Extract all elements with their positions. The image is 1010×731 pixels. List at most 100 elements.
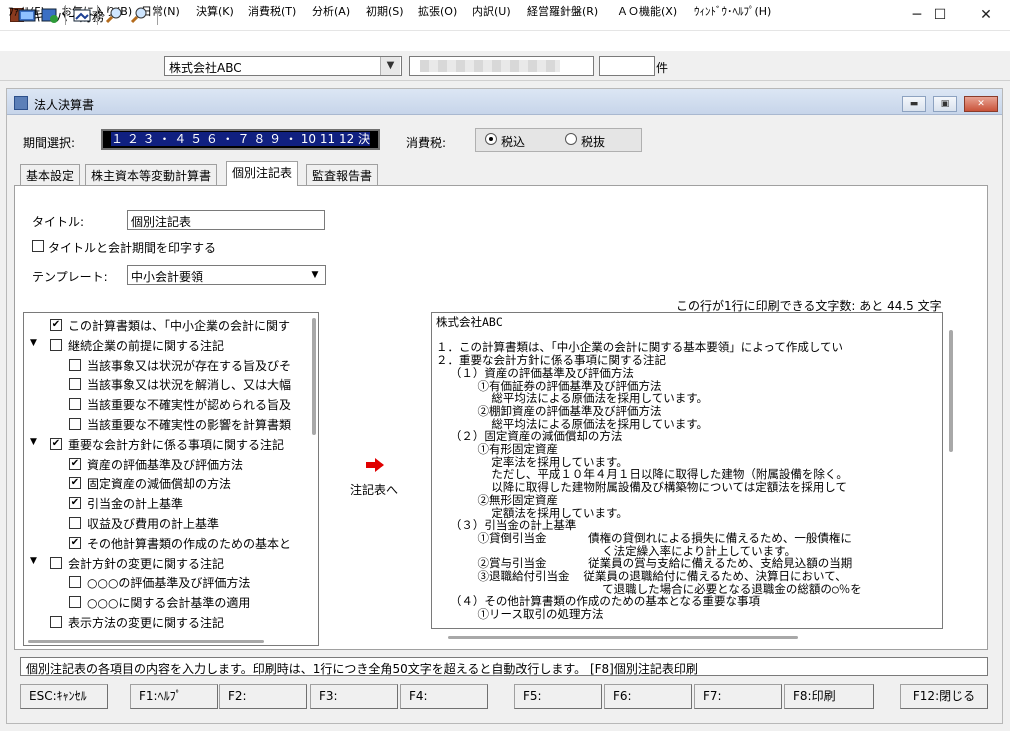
count-unit: 件 <box>656 61 669 75</box>
period-selector[interactable]: １ ２ ３ ・ ４ ５ ６ ・ ７ ８ ９ ・ 10 11 12 決 <box>101 129 380 150</box>
tree-row-checkbox[interactable]: ✔ <box>50 319 62 331</box>
tree-row[interactable]: 表示方法の変更に関する注記 <box>24 612 314 632</box>
menu-extend[interactable]: 拡張(O) <box>418 3 457 19</box>
image-icon[interactable] <box>72 5 92 25</box>
tree-row-label: この計算書類は、「中小企業の会計に関す <box>68 319 291 333</box>
tree-row[interactable]: 当該事象又は状況が存在する旨及びそ <box>24 355 314 375</box>
menu-analysis[interactable]: 分析(A) <box>312 3 350 19</box>
f1-help-button[interactable]: F1:ﾍﾙﾌﾟ <box>130 684 218 709</box>
tax-included-radio[interactable] <box>485 133 497 145</box>
tree-row[interactable]: ▼ 継続企業の前提に関する注記 <box>24 335 314 355</box>
preview-scroll-thumb[interactable] <box>949 330 953 452</box>
tree-row-checkbox[interactable] <box>69 358 81 371</box>
tree-row-label: 会計方針の変更に関する注記 <box>68 556 225 571</box>
period-value: １ ２ ３ ・ ４ ５ ６ ・ ７ ８ ９ ・ 10 11 12 決 <box>111 132 371 146</box>
tree-row[interactable]: 当該重要な不確実性が認められる旨及 <box>24 394 314 414</box>
title-input[interactable]: 個別注記表 <box>127 210 325 230</box>
print-title-checkbox[interactable] <box>32 240 44 252</box>
tree-row[interactable]: 当該事象又は状況を解消し、又は大幅 <box>24 374 314 394</box>
tree-row-checkbox[interactable] <box>69 418 81 430</box>
maximize-button[interactable]: ☐ <box>917 0 963 31</box>
tree-row[interactable]: ▼ 会計方針の変更に関する注記 <box>24 553 314 573</box>
tree-row[interactable]: ○○○の評価基準及び評価方法 <box>24 572 314 592</box>
menu-consumption-tax[interactable]: 消費税(T) <box>248 3 296 19</box>
menu-closing[interactable]: 決算(K) <box>196 3 234 19</box>
toolbar-separator <box>97 5 98 25</box>
tree-row-checkbox[interactable] <box>69 576 81 589</box>
child-minimize-button[interactable]: ▬ <box>902 96 926 112</box>
zoom-out-icon[interactable] <box>129 5 149 25</box>
zoom-in-icon[interactable] <box>104 5 124 25</box>
child-restore-button[interactable]: ▣ <box>933 96 957 112</box>
tree-row[interactable]: ✔ この計算書類は、「中小企業の会計に関す <box>24 315 314 335</box>
f3-button[interactable]: F3: <box>310 684 398 709</box>
tab-audit-report[interactable]: 監査報告書 <box>306 164 379 185</box>
menu-window-help[interactable]: ｳｨﾝﾄﾞｳ･ﾍﾙﾌﾟ(H) <box>694 3 771 19</box>
esc-cancel-button[interactable]: ESC:ｷｬﾝｾﾙ <box>20 684 108 709</box>
tree-row-checkbox[interactable]: ✔ <box>69 477 81 490</box>
tree-row[interactable]: ✔ 固定資産の減価償却の方法 <box>24 473 314 493</box>
f2-button[interactable]: F2: <box>219 684 307 709</box>
company-name: 株式会社ABC <box>169 61 242 75</box>
preview-hscroll-thumb[interactable] <box>448 636 798 639</box>
menu-initial[interactable]: 初期(S) <box>366 3 404 19</box>
collapse-arrow-icon[interactable]: ▼ <box>30 556 37 566</box>
tree-row-checkbox[interactable] <box>69 378 81 391</box>
preview-line: ①リース取引の処理方法 <box>436 607 604 622</box>
tab-basic-settings[interactable]: 基本設定 <box>20 164 81 185</box>
template-select[interactable]: 中小会計要領 <box>127 265 326 285</box>
tab-notes[interactable]: 個別注記表 <box>226 161 299 186</box>
tax-excluded-label: 税抜 <box>581 135 606 149</box>
close-button[interactable]: ✕ <box>963 0 1009 31</box>
child-title-bar <box>7 89 1002 115</box>
tree-row[interactable]: ▼ ✔ 重要な会計方針に係る事項に関する注記 <box>24 434 314 454</box>
count-field[interactable] <box>599 56 655 76</box>
refresh-icon[interactable] <box>40 5 60 25</box>
preview-line: ②棚卸資産の評価基準及び評価方法 <box>436 403 662 418</box>
tree-row-checkbox[interactable] <box>69 596 81 609</box>
f12-close-button[interactable]: F12:閉じる <box>900 684 988 709</box>
tree-row[interactable]: ○○○に関する会計基準の適用 <box>24 592 314 612</box>
tree-row-label: 表示方法の変更に関する注記 <box>68 616 225 630</box>
tree-row[interactable]: 収益及び費用の計上基準 <box>24 513 314 533</box>
tree-row-checkbox[interactable]: ✔ <box>69 536 81 549</box>
f8-print-button[interactable]: F8:印刷 <box>784 684 874 709</box>
chevron-down-icon[interactable]: ▼ <box>380 57 400 75</box>
tree-row-checkbox[interactable]: ✔ <box>50 437 62 450</box>
tree-row-checkbox[interactable] <box>69 517 81 529</box>
company-select[interactable]: 株式会社ABC <box>164 56 402 76</box>
menu-compass[interactable]: 経営羅針盤(R) <box>527 3 598 19</box>
f5-button[interactable]: F5: <box>514 684 602 709</box>
tree-row[interactable]: ✔ その他計算書類の作成のための基本と <box>24 533 314 553</box>
chevron-down-icon[interactable]: ▼ <box>307 267 323 283</box>
open-icon[interactable] <box>17 5 37 25</box>
child-close-button[interactable]: ✕ <box>964 96 998 112</box>
tax-included-label: 税込 <box>501 135 526 149</box>
to-notes-button-label[interactable]: 注記表へ <box>350 481 398 498</box>
tree-row-checkbox[interactable]: ✔ <box>69 457 81 470</box>
tree-row-checkbox[interactable] <box>69 398 81 411</box>
f7-button[interactable]: F7: <box>694 684 782 709</box>
tree-row-checkbox[interactable] <box>50 338 62 351</box>
tree-row-checkbox[interactable] <box>50 616 62 628</box>
tree-row[interactable]: 当該重要な不確実性の影響を計算書類 <box>24 414 314 434</box>
tree-scroll-thumb[interactable] <box>312 318 316 435</box>
tax-excluded-radio[interactable] <box>565 133 577 145</box>
tree-row-label: 当該事象又は状況が存在する旨及びそ <box>87 358 292 373</box>
f4-button[interactable]: F4: <box>400 684 488 709</box>
tree-row-label: 継続企業の前提に関する注記 <box>68 338 225 353</box>
menu-ao[interactable]: ＡＯ機能(X) <box>617 3 677 19</box>
tree-row-checkbox[interactable]: ✔ <box>69 497 81 510</box>
tree-row-checkbox[interactable] <box>50 556 62 569</box>
tree-row[interactable]: ✔ 資産の評価基準及び評価方法 <box>24 454 314 474</box>
f6-button[interactable]: F6: <box>604 684 692 709</box>
menu-breakdown[interactable]: 内訳(U) <box>472 3 511 19</box>
collapse-arrow-icon[interactable]: ▼ <box>30 338 37 348</box>
collapse-arrow-icon[interactable]: ▼ <box>30 437 37 447</box>
arrow-right-icon[interactable] <box>365 457 385 473</box>
tab-equity-statement[interactable]: 株主資本等変動計算書 <box>85 164 218 185</box>
tree-row[interactable]: ✔ 引当金の計上基準 <box>24 493 314 513</box>
tree-row-label: 当該重要な不確実性が認められる旨及 <box>87 398 292 413</box>
tree-hscroll-thumb[interactable] <box>28 640 264 643</box>
preview-line: 株式会社ABC <box>436 315 503 329</box>
